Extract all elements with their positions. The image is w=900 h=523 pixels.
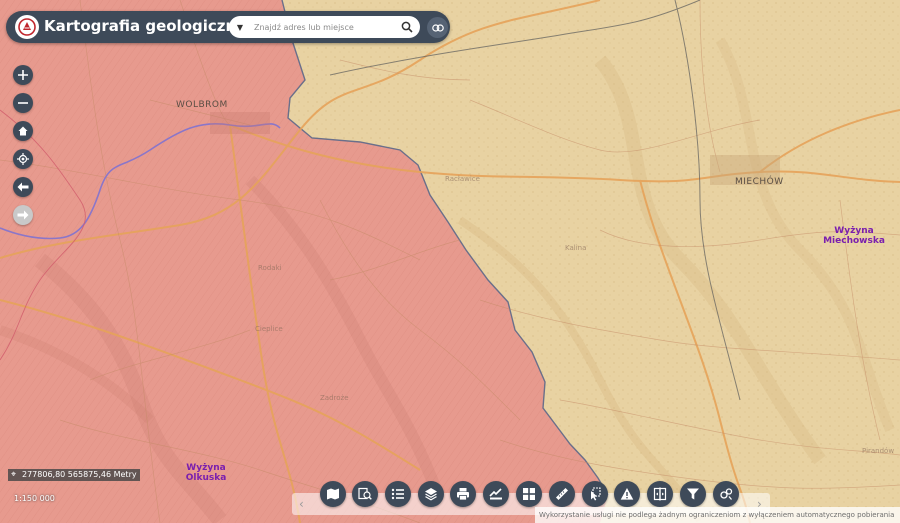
map-place-label: WOLBROM [176,100,228,110]
compare-icon [653,487,667,501]
plus-icon [18,70,28,80]
identify-button[interactable] [352,481,378,507]
ruler-icon [556,488,568,500]
previous-extent-button[interactable] [13,177,33,197]
next-extent-button[interactable] [13,205,33,225]
region-label-line: Wyżyna [834,226,874,236]
layers-icon [425,488,437,501]
scale-readout: 1:150 000 [14,494,55,503]
warning-button[interactable] [614,481,640,507]
identify-icon [358,487,372,500]
map-region-label: Wyżyna Olkuska [178,463,234,483]
link-button[interactable] [427,17,448,38]
measure-button[interactable] [549,481,575,507]
caret-down-icon: ▼ [236,22,244,32]
filter-button[interactable] [680,481,706,507]
grid-icon [523,488,535,500]
region-label-line: Wyżyna [186,463,226,473]
map-village-label: Cieplice [255,325,283,333]
zoom-out-button[interactable] [13,93,33,113]
legend-button[interactable] [385,481,411,507]
share-button[interactable] [483,481,509,507]
tools-button[interactable] [713,481,739,507]
usage-disclaimer: Wykorzystanie usługi nie podlega żadnym … [535,507,900,523]
compare-button[interactable] [647,481,673,507]
coordinates-text: 277806,80 565875,46 Metry [22,470,137,479]
link-icon [431,23,444,32]
search-icon [401,21,413,33]
toolbar-prev-icon[interactable]: ‹ [299,497,304,511]
select-button[interactable] [582,481,608,507]
filter-icon [687,488,699,500]
crosshair-icon: ⌖ [11,470,17,480]
map-region-label: Wyżyna Miechowska [822,226,886,246]
region-label-line: Miechowska [823,236,885,246]
search-input[interactable] [254,18,389,36]
map-village-label: Pirandów [862,447,895,455]
app-title: Kartografia geologiczna [44,17,247,35]
layers-button[interactable] [418,481,444,507]
warning-icon [620,488,634,500]
basemap-button[interactable] [320,481,346,507]
select-icon [591,487,601,501]
map-village-label: Kalina [565,244,587,252]
home-icon [18,126,28,136]
search-source-dropdown[interactable]: ▼ [229,16,251,38]
map-place-label: MIECHÓW [735,177,784,187]
zoom-in-button[interactable] [13,65,33,85]
basemap-icon [327,488,339,500]
map-canvas[interactable] [0,0,900,523]
map-village-label: Rodaki [258,264,282,272]
home-button[interactable] [13,121,33,141]
logo-icon [18,18,36,36]
gallery-button[interactable] [516,481,542,507]
locate-button[interactable] [13,149,33,169]
search-box: ▼ [229,16,420,38]
tools-icon [720,488,733,500]
arrow-right-icon [17,210,29,220]
coordinates-readout: ⌖ 277806,80 565875,46 Metry [8,469,140,481]
app-logo [15,15,39,39]
print-button[interactable] [450,481,476,507]
legend-icon [391,488,404,500]
search-button[interactable] [398,18,416,36]
map-village-label: Racławice [445,175,480,183]
print-icon [457,488,469,501]
app-header: Kartografia geologiczna ▼ [6,11,450,43]
map-village-label: Zadroże [320,394,349,402]
arrow-left-icon [17,182,29,192]
minus-icon [18,102,28,104]
share-icon [489,488,502,500]
region-label-line: Olkuska [185,473,227,483]
geology-map-graphic [0,0,900,523]
locate-icon [17,153,29,165]
